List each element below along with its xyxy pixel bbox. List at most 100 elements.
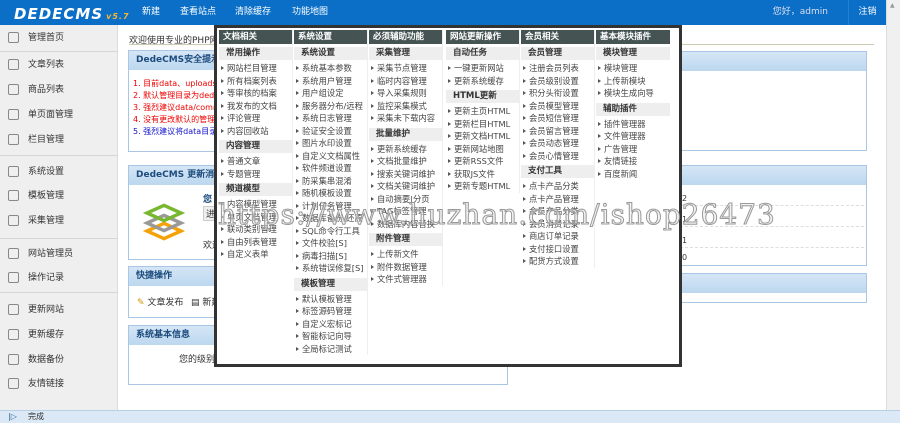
menu-item[interactable]: 病毒扫描[S] xyxy=(294,250,367,263)
menu-item[interactable]: 临时内容管理 xyxy=(369,75,442,88)
menu-item[interactable]: 会员短信管理 xyxy=(521,112,594,125)
nav-function-map[interactable]: 功能地图 xyxy=(282,0,338,25)
scrollbar[interactable]: ▲ xyxy=(886,0,900,410)
menu-item[interactable]: 随机模板设置 xyxy=(294,187,367,200)
sidebar-item[interactable]: 商品列表 xyxy=(0,79,118,101)
menu-item[interactable]: 更新栏目HTML xyxy=(446,118,519,131)
menu-item[interactable]: 文件校验[S] xyxy=(294,237,367,250)
menu-item[interactable]: 更新RSS文件 xyxy=(446,155,519,168)
menu-item[interactable]: 更新主页HTML xyxy=(446,105,519,118)
menu-item[interactable]: 支付接口设置 xyxy=(521,243,594,256)
menu-item[interactable]: 商店订单记录 xyxy=(521,230,594,243)
menu-item[interactable]: 等审核的档案 xyxy=(219,87,292,100)
sidebar-item[interactable]: 采集管理 xyxy=(0,210,118,232)
sidebar-item[interactable]: 更新网站 xyxy=(0,299,118,321)
menu-item[interactable]: 计划任务管理 xyxy=(294,200,367,213)
logout-button[interactable]: 注销 xyxy=(848,0,886,25)
sidebar-item[interactable]: 模板管理 xyxy=(0,185,118,207)
menu-item[interactable]: 搜索关键词维护 xyxy=(369,168,442,181)
menu-item[interactable]: 联动类别管理 xyxy=(219,223,292,236)
menu-item[interactable]: 单页文档管理 xyxy=(219,211,292,224)
menu-item[interactable]: 会员心情管理 xyxy=(521,150,594,163)
nav-new[interactable]: 新建 xyxy=(132,0,170,25)
menu-item[interactable]: 自由列表管理 xyxy=(219,236,292,249)
menu-item[interactable]: 积分头衔设置 xyxy=(521,87,594,100)
menu-item[interactable]: 会员动态管理 xyxy=(521,137,594,150)
menu-item[interactable]: 配货方式设置 xyxy=(521,255,594,268)
menu-item[interactable]: 会员留言管理 xyxy=(521,125,594,138)
menu-item[interactable]: 全局标记测试 xyxy=(294,343,367,356)
scroll-up-icon[interactable]: ▲ xyxy=(890,2,895,9)
menu-item[interactable]: 采集未下载内容 xyxy=(369,112,442,125)
menu-item[interactable]: 评论管理 xyxy=(219,112,292,125)
menu-item[interactable]: 采集节点管理 xyxy=(369,62,442,75)
menu-item[interactable]: 服务器分布/远程 xyxy=(294,100,367,113)
menu-item[interactable]: 系统日志管理 xyxy=(294,112,367,125)
sidebar-item[interactable]: 友情链接 xyxy=(0,373,118,395)
menu-item[interactable]: 数据库备份/还原 xyxy=(294,212,367,225)
menu-item[interactable]: 点卡产品分类 xyxy=(521,180,594,193)
menu-item[interactable]: 附件数据管理 xyxy=(369,261,442,274)
menu-item[interactable]: SQL命令行工具 xyxy=(294,225,367,238)
menu-item[interactable]: 防采集串混淆 xyxy=(294,175,367,188)
menu-item[interactable]: 软件频道设置 xyxy=(294,162,367,175)
sidebar-item[interactable]: 数据备份 xyxy=(0,349,118,371)
menu-item[interactable]: 我发布的文档 xyxy=(219,100,292,113)
menu-item[interactable]: 自定义表单 xyxy=(219,248,292,261)
sidebar-item[interactable]: 更新缓存 xyxy=(0,324,118,346)
quick-article-publish[interactable]: ✎ 文章发布 xyxy=(137,295,183,308)
menu-item[interactable]: 数据库内容替换 xyxy=(369,218,442,231)
menu-item[interactable]: 文件式管理器 xyxy=(369,273,442,286)
menu-item[interactable]: 更新专题HTML xyxy=(446,180,519,193)
sidebar-item[interactable]: 管理首页 xyxy=(0,27,118,49)
menu-item[interactable]: TAG标签管理 xyxy=(369,205,442,218)
menu-item[interactable]: 普通文章 xyxy=(219,155,292,168)
menu-item[interactable]: 友情链接 xyxy=(596,155,670,168)
menu-item[interactable]: 系统错误修复[S] xyxy=(294,262,367,275)
menu-item[interactable]: 会员模型管理 xyxy=(521,100,594,113)
menu-item[interactable]: 模块管理 xyxy=(596,62,670,75)
menu-item[interactable]: 内容模型管理 xyxy=(219,198,292,211)
sidebar-item[interactable]: 栏目管理 xyxy=(0,129,118,151)
menu-item[interactable]: 标签源码管理 xyxy=(294,305,367,318)
menu-item[interactable]: 默认模板管理 xyxy=(294,293,367,306)
menu-item[interactable]: 上传新文件 xyxy=(369,248,442,261)
menu-item[interactable]: 智能标记向导 xyxy=(294,330,367,343)
menu-item[interactable]: 更新系统缓存 xyxy=(369,143,442,156)
sidebar-item[interactable]: 单页面管理 xyxy=(0,104,118,126)
menu-item[interactable]: 文档批量维护 xyxy=(369,155,442,168)
menu-item[interactable]: 监控采集模式 xyxy=(369,100,442,113)
menu-item[interactable]: 内容回收站 xyxy=(219,125,292,138)
menu-item[interactable]: 用户组设定 xyxy=(294,87,367,100)
menu-item[interactable]: 导入采集规则 xyxy=(369,87,442,100)
menu-item[interactable]: 自动摘要|分页 xyxy=(369,193,442,206)
menu-item[interactable]: 文档关键词维护 xyxy=(369,180,442,193)
menu-item[interactable]: 模块生成向导 xyxy=(596,87,670,100)
menu-item[interactable]: 自定义文档属性 xyxy=(294,150,367,163)
menu-item[interactable]: 点卡产品管理 xyxy=(521,193,594,206)
sidebar-item[interactable]: 网站管理员 xyxy=(0,243,118,265)
menu-item[interactable]: 上传新模块 xyxy=(596,75,670,88)
menu-item[interactable]: 网站栏目管理 xyxy=(219,62,292,75)
menu-item[interactable]: 获取JS文件 xyxy=(446,168,519,181)
menu-item[interactable]: 系统用户管理 xyxy=(294,75,367,88)
menu-item[interactable]: 一键更新网站 xyxy=(446,62,519,75)
menu-item[interactable]: 专题管理 xyxy=(219,168,292,181)
menu-item[interactable]: 图片水印设置 xyxy=(294,137,367,150)
menu-item[interactable]: 更新网站地图 xyxy=(446,143,519,156)
menu-item[interactable]: 百度新闻 xyxy=(596,168,670,181)
menu-item[interactable]: 更新文档HTML xyxy=(446,130,519,143)
menu-item[interactable]: 所有档案列表 xyxy=(219,75,292,88)
menu-item[interactable]: 会员级别设置 xyxy=(521,75,594,88)
menu-item[interactable]: 注册会员列表 xyxy=(521,62,594,75)
menu-item[interactable]: 文件管理器 xyxy=(596,130,670,143)
nav-view-site[interactable]: 查看站点 xyxy=(170,0,226,25)
menu-item[interactable]: 会员产品分类 xyxy=(521,205,594,218)
sidebar-item[interactable]: 系统设置 xyxy=(0,161,118,183)
sidebar-item[interactable]: 文章列表 xyxy=(0,54,118,76)
nav-clear-cache[interactable]: 清除缓存 xyxy=(225,0,281,25)
menu-item[interactable]: 会员消费记录 xyxy=(521,218,594,231)
sidebar-item[interactable]: 操作记录 xyxy=(0,267,118,289)
menu-item[interactable]: 验证安全设置 xyxy=(294,125,367,138)
menu-item[interactable]: 插件管理器 xyxy=(596,118,670,131)
